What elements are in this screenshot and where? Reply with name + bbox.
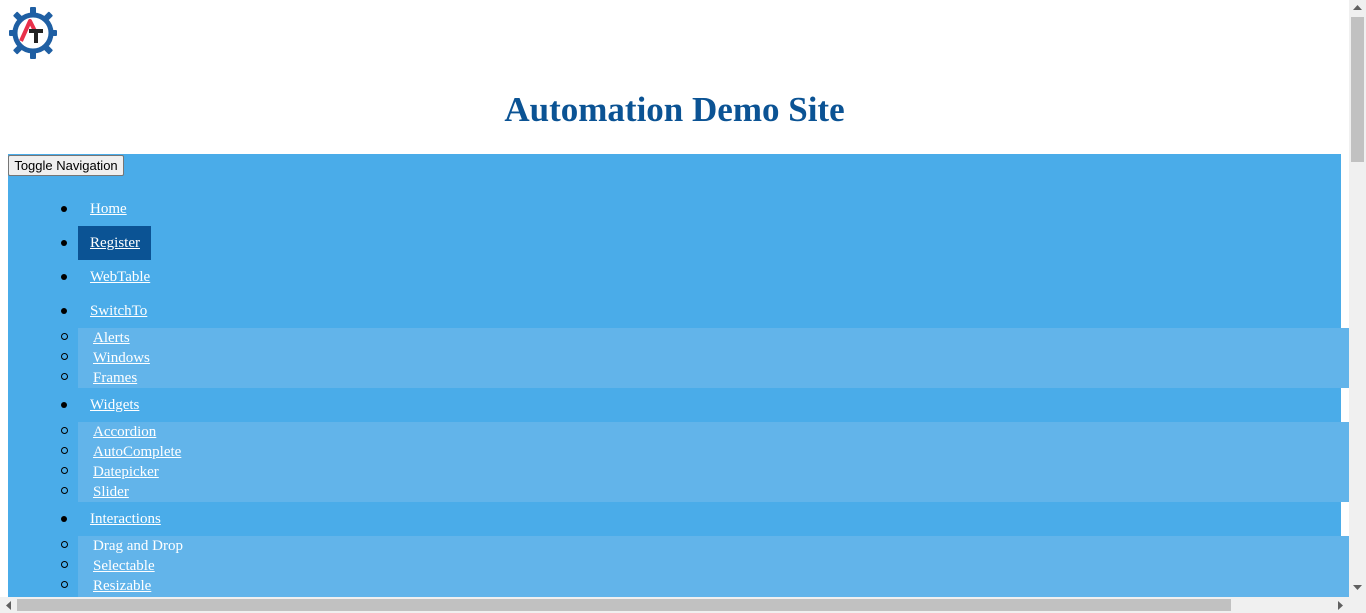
- nav-link-drag-and-drop[interactable]: Drag and Drop: [93, 537, 183, 555]
- nav-link-frames[interactable]: Frames: [93, 369, 137, 387]
- sub-bullet: [61, 353, 68, 360]
- bullet: [61, 206, 67, 212]
- submenu-widgets: [78, 422, 1349, 502]
- submenu-interactions: [78, 536, 1349, 599]
- nav-link-alerts[interactable]: Alerts: [93, 329, 130, 347]
- nav-link-interactions[interactable]: Interactions: [90, 510, 161, 528]
- sub-bullet: [61, 561, 68, 568]
- toggle-navigation-button[interactable]: Toggle Navigation: [8, 155, 124, 176]
- page-title: Automation Demo Site: [504, 90, 845, 129]
- vertical-scrollbar[interactable]: [1349, 0, 1366, 597]
- scroll-left-arrow-icon[interactable]: [5, 601, 11, 610]
- nav-link-datepicker[interactable]: Datepicker: [93, 463, 159, 481]
- scroll-up-arrow-icon[interactable]: [1353, 4, 1362, 10]
- scrollbar-corner: [1349, 597, 1366, 613]
- sub-bullet: [61, 427, 68, 434]
- main-navigation: Home Register WebTable SwitchTo Alerts W…: [8, 154, 1349, 599]
- horizontal-scrollbar[interactable]: [0, 597, 1349, 613]
- nav-link-resizable[interactable]: Resizable: [93, 577, 151, 595]
- horizontal-scroll-thumb[interactable]: [17, 599, 1231, 611]
- nav-link-selectable[interactable]: Selectable: [93, 557, 155, 575]
- nav-link-webtable[interactable]: WebTable: [90, 268, 150, 286]
- nav-link-slider[interactable]: Slider: [93, 483, 129, 501]
- nav-link-autocomplete[interactable]: AutoComplete: [93, 443, 181, 461]
- bullet: [61, 274, 67, 280]
- sub-bullet: [61, 581, 68, 588]
- scroll-right-arrow-icon[interactable]: [1338, 601, 1344, 610]
- site-logo-icon: [9, 7, 57, 59]
- bullet: [61, 402, 67, 408]
- sub-bullet: [61, 467, 68, 474]
- sub-bullet: [61, 447, 68, 454]
- sub-bullet: [61, 333, 68, 340]
- sub-bullet: [61, 373, 68, 380]
- submenu-switchto: [78, 328, 1349, 388]
- bullet: [61, 516, 67, 522]
- sub-bullet: [61, 541, 68, 548]
- bullet: [61, 240, 67, 246]
- sub-bullet: [61, 487, 68, 494]
- nav-link-widgets[interactable]: Widgets: [90, 396, 139, 414]
- nav-link-accordion[interactable]: Accordion: [93, 423, 156, 441]
- vertical-scroll-thumb[interactable]: [1351, 17, 1364, 162]
- nav-link-windows[interactable]: Windows: [93, 349, 150, 367]
- bullet: [61, 308, 67, 314]
- nav-link-home[interactable]: Home: [90, 200, 127, 218]
- scroll-down-arrow-icon[interactable]: [1353, 585, 1362, 591]
- nav-link-register[interactable]: Register: [90, 234, 140, 252]
- nav-link-switchto[interactable]: SwitchTo: [90, 302, 147, 320]
